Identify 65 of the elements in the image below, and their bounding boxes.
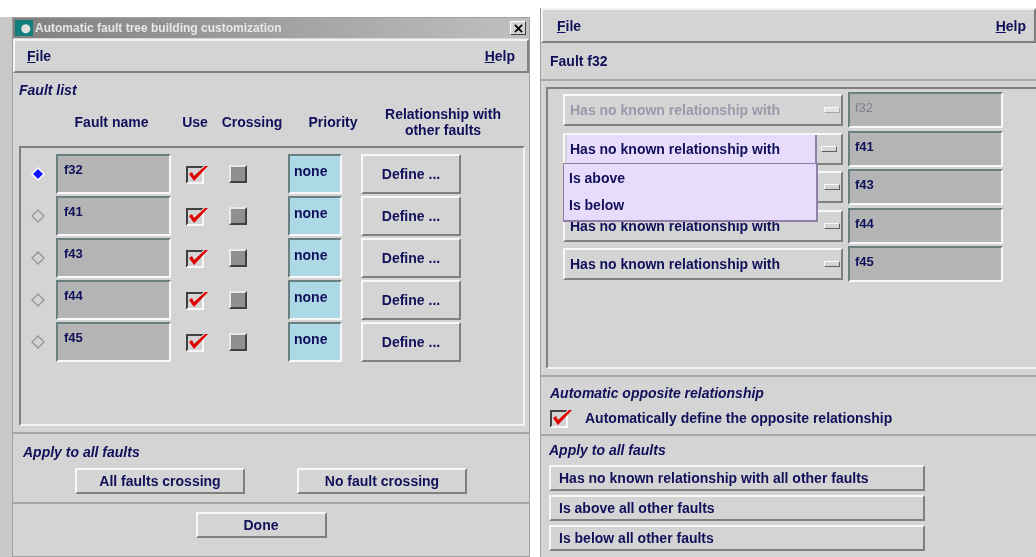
name-field[interactable]: f32 bbox=[56, 154, 171, 194]
column-header: Fault name bbox=[73, 114, 150, 130]
fault-field: f44 bbox=[848, 207, 1003, 244]
checkbox[interactable] bbox=[229, 249, 247, 267]
app-icon bbox=[15, 20, 33, 36]
priority-field[interactable]: none bbox=[288, 322, 342, 362]
name-field[interactable]: f41 bbox=[56, 196, 171, 236]
name-field[interactable]: f44 bbox=[56, 280, 171, 320]
checkbox[interactable] bbox=[186, 248, 209, 268]
section-title: Automatic opposite relationship bbox=[550, 384, 765, 401]
define-button[interactable]: Define ... bbox=[361, 154, 461, 194]
priority-field[interactable]: none bbox=[288, 280, 342, 320]
fault-field: f41 bbox=[848, 130, 1003, 167]
column-header: Relationship with other faults bbox=[384, 106, 502, 138]
priority-field[interactable]: none bbox=[288, 154, 342, 194]
menu-item[interactable]: File bbox=[557, 17, 582, 34]
done-button[interactable]: Done bbox=[195, 512, 327, 538]
section-title: Apply to all faults bbox=[549, 441, 666, 460]
checkbox-label: Automatically define the opposite relationship bbox=[585, 410, 893, 426]
window-title: Automatic fault tree building customization bbox=[35, 21, 283, 35]
apply-button[interactable]: Is above all other faults bbox=[549, 495, 925, 521]
dropdown-caret-icon bbox=[824, 222, 840, 229]
checkbox[interactable] bbox=[186, 164, 209, 184]
fault-field: f43 bbox=[848, 169, 1003, 206]
define-button[interactable]: Define ... bbox=[361, 280, 461, 320]
radio-button[interactable] bbox=[31, 335, 45, 349]
name-field[interactable]: f43 bbox=[56, 238, 171, 278]
checkbox[interactable] bbox=[186, 332, 209, 352]
column-header: Use bbox=[181, 114, 209, 130]
fault-field: f45 bbox=[848, 246, 1003, 283]
apply-button[interactable]: No fault crossing bbox=[297, 468, 467, 494]
menu-item[interactable]: File bbox=[27, 48, 52, 64]
radio-button[interactable] bbox=[31, 251, 45, 265]
checkbox[interactable] bbox=[550, 408, 573, 428]
define-button[interactable]: Define ... bbox=[361, 238, 461, 278]
define-button[interactable]: Define ... bbox=[361, 322, 461, 362]
checkbox[interactable] bbox=[229, 207, 247, 225]
section-title: Apply to all faults bbox=[23, 443, 141, 460]
checkbox[interactable] bbox=[186, 206, 209, 226]
fault-title: Fault f32 bbox=[550, 53, 608, 69]
radio-button[interactable] bbox=[31, 293, 45, 307]
priority-field[interactable]: none bbox=[288, 238, 342, 278]
menu-option[interactable]: Is above bbox=[569, 165, 816, 193]
define-button[interactable]: Define ... bbox=[361, 196, 461, 236]
menu-item[interactable]: Help bbox=[995, 17, 1026, 34]
radio-button[interactable] bbox=[31, 209, 45, 223]
apply-button[interactable]: Is below all other faults bbox=[549, 525, 925, 551]
checkbox[interactable] bbox=[229, 333, 247, 351]
checkbox[interactable] bbox=[186, 290, 209, 310]
dropdown-caret-icon bbox=[824, 107, 840, 114]
column-header: Crossing bbox=[220, 114, 284, 130]
column-header: Priority bbox=[307, 114, 359, 130]
priority-field[interactable]: none bbox=[288, 196, 342, 236]
checkbox[interactable] bbox=[229, 291, 247, 309]
apply-button[interactable]: All faults crossing bbox=[75, 468, 245, 494]
menu-item[interactable]: Help bbox=[484, 48, 515, 64]
section-title: Fault list bbox=[19, 81, 78, 98]
name-field[interactable]: f45 bbox=[56, 322, 171, 362]
close-button[interactable] bbox=[510, 21, 526, 35]
dropdown-caret-icon bbox=[821, 145, 837, 152]
checkbox[interactable] bbox=[229, 165, 247, 183]
apply-button[interactable]: Has no known relationship with all other faults bbox=[549, 465, 925, 491]
dropdown-caret-icon bbox=[824, 184, 840, 191]
relationship-dropdown[interactable]: Has no known relationship with bbox=[563, 248, 843, 281]
dropdown-caret-icon bbox=[824, 261, 840, 268]
